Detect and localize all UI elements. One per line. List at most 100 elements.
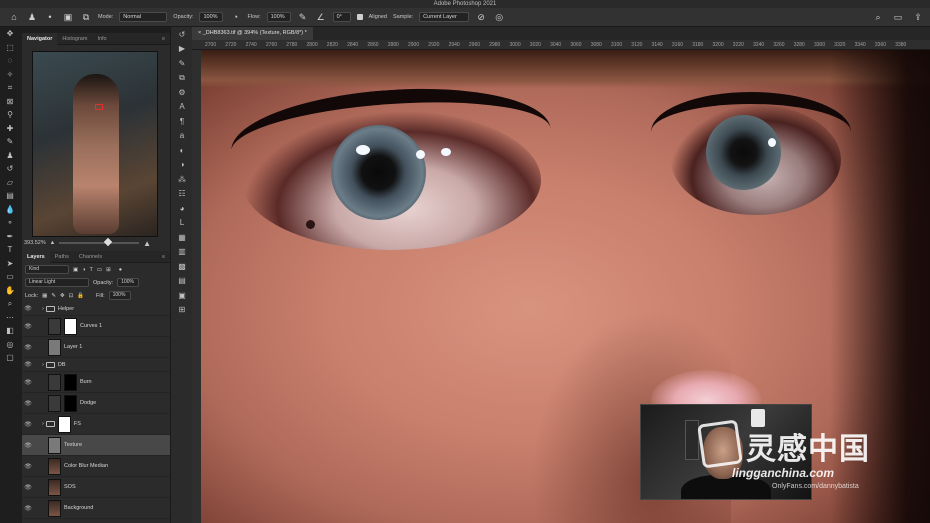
layer-thumbnail[interactable] — [48, 499, 61, 517]
navigator-view-box[interactable] — [95, 104, 103, 110]
filter-smart-icon[interactable]: ⊞ — [106, 267, 111, 273]
layer-row[interactable]: 👁 Background — [22, 498, 170, 519]
layer-thumbnail[interactable] — [48, 436, 61, 454]
visibility-eye-icon[interactable]: 👁 — [22, 344, 34, 351]
eyedropper-icon[interactable]: ⚲ — [0, 108, 20, 122]
zoom-value[interactable]: 393.52% — [24, 240, 46, 246]
ruler-horizontal[interactable]: 2700 2720 2740 2760 2780 2800 2820 2840 2860 2880… — [192, 40, 930, 50]
tab-info[interactable]: Info — [92, 33, 111, 45]
group-chevron-icon[interactable]: › — [42, 362, 44, 368]
visibility-eye-icon[interactable]: 👁 — [22, 400, 34, 407]
frame-tool-icon[interactable]: ⊠ — [0, 95, 20, 109]
clone-stamp-tool-icon[interactable]: ♟ — [0, 149, 20, 163]
type-tool-icon[interactable]: T — [0, 243, 20, 257]
visibility-eye-icon[interactable]: 👁 — [22, 323, 34, 330]
filter-toggle-icon[interactable]: ● — [119, 267, 122, 273]
lock-position-icon[interactable]: ✥ — [60, 293, 65, 299]
layer-row[interactable]: 👁 Color Blur Median — [22, 456, 170, 477]
layer-row[interactable]: 👁 › FS — [22, 414, 170, 435]
layer-row[interactable]: 👁 Texture — [22, 435, 170, 456]
quick-mask-icon[interactable]: ◎ — [0, 338, 20, 352]
swatches-panel-icon[interactable]: ▦ — [171, 230, 193, 245]
filter-shape-icon[interactable]: ▭ — [97, 267, 102, 273]
group-chevron-icon[interactable]: › — [42, 421, 44, 427]
pressure-size-icon[interactable]: ◎ — [493, 11, 505, 23]
search-icon[interactable]: ⌕ — [872, 11, 884, 23]
group-chevron-icon[interactable]: › — [42, 306, 44, 312]
zoom-slider[interactable] — [59, 237, 140, 247]
zoom-tool-icon[interactable]: ⌕ — [0, 297, 20, 311]
filter-pixel-icon[interactable]: ▣ — [73, 267, 78, 273]
history-panel-icon[interactable]: ↺ — [171, 27, 193, 42]
flow-field[interactable]: 100% — [266, 12, 291, 22]
quick-select-icon[interactable]: ✧ — [0, 68, 20, 82]
layer-mask-thumbnail[interactable] — [64, 394, 77, 412]
share-icon[interactable]: ⇪ — [912, 11, 924, 23]
visibility-eye-icon[interactable]: 👁 — [22, 505, 34, 512]
tab-channels[interactable]: Channels — [74, 251, 107, 263]
brushes-panel-icon[interactable]: ✎ — [171, 56, 193, 71]
clone-source-panel-icon[interactable]: ⧉ — [171, 71, 193, 86]
layer-mask-thumbnail[interactable] — [64, 317, 77, 335]
layers-menu-icon[interactable]: ≡ — [157, 251, 170, 263]
pen-tool-icon[interactable]: ✒ — [0, 230, 20, 244]
fill-field[interactable]: 100% — [108, 291, 131, 300]
lock-paint-icon[interactable]: ✎ — [51, 293, 56, 299]
glyphs-panel-icon[interactable]: a — [171, 129, 193, 144]
actions-panel-icon[interactable]: ▶ — [171, 42, 193, 57]
airbrush-icon[interactable]: ✎ — [297, 11, 309, 23]
eraser-tool-icon[interactable]: ▱ — [0, 176, 20, 190]
blend-mode-select[interactable]: Linear Light — [25, 278, 89, 287]
paragraph-panel-icon[interactable]: ¶ — [171, 114, 193, 129]
notes-panel-icon[interactable]: ▣ — [171, 288, 193, 303]
learn-panel-icon[interactable]: L — [171, 216, 193, 231]
zoom-out-icon[interactable]: ▲ — [50, 240, 55, 246]
hand-tool-icon[interactable]: ✋ — [0, 284, 20, 298]
visibility-eye-icon[interactable]: 👁 — [22, 484, 34, 491]
layer-thumbnail[interactable] — [48, 457, 61, 475]
document-tab[interactable]: × _DHB8363.tif @ 394% (Texture, RGB/8*) … — [192, 27, 313, 40]
timeline-panel-icon[interactable]: ⊞ — [171, 303, 193, 318]
lock-artboard-icon[interactable]: ⊡ — [69, 293, 74, 299]
brush-tool-icon[interactable]: ✎ — [0, 135, 20, 149]
pressure-opacity-icon[interactable]: ◔ — [229, 11, 241, 23]
gradients-panel-icon[interactable]: ▥ — [171, 245, 193, 260]
dodge-tool-icon[interactable]: ⚬ — [0, 216, 20, 230]
path-select-icon[interactable]: ➤ — [0, 257, 20, 271]
patterns-panel-icon[interactable]: ▩ — [171, 259, 193, 274]
crop-tool-icon[interactable]: ⌗ — [0, 81, 20, 95]
healing-brush-icon[interactable]: ✚ — [0, 122, 20, 136]
more-tools-icon[interactable]: ⋯ — [0, 311, 20, 325]
brush-panel-icon[interactable]: ▣ — [62, 11, 74, 23]
channels-panel-icon[interactable]: ◐ — [171, 143, 193, 158]
filter-type-icon[interactable]: T — [90, 267, 93, 273]
clone-stamp-icon[interactable]: ♟ — [26, 11, 38, 23]
mode-select[interactable]: Normal — [119, 12, 168, 22]
visibility-eye-icon[interactable]: 👁 — [22, 305, 34, 312]
layer-row[interactable]: 👁 Burn — [22, 372, 170, 393]
lock-all-icon[interactable]: 🔒 — [77, 293, 84, 299]
ignore-adjustment-icon[interactable]: ⊘ — [475, 11, 487, 23]
aligned-checkbox[interactable] — [356, 14, 363, 20]
ruler-vertical[interactable] — [192, 50, 201, 523]
layer-comps-panel-icon[interactable]: ▤ — [171, 274, 193, 289]
layer-row[interactable]: 👁 Layer 1 — [22, 337, 170, 358]
lasso-tool-icon[interactable]: ◌ — [0, 54, 20, 68]
shape-tool-icon[interactable]: ▭ — [0, 270, 20, 284]
layer-thumbnail[interactable] — [48, 478, 61, 496]
layer-mask-thumbnail[interactable] — [64, 373, 77, 391]
character-panel-icon[interactable]: A — [171, 100, 193, 115]
brush-size-icon[interactable]: • — [44, 11, 56, 23]
layer-row[interactable]: 👁 Curves 1 — [22, 316, 170, 337]
panel-menu-icon[interactable]: ≡ — [157, 33, 170, 45]
styles-panel-icon[interactable]: ⁂ — [171, 172, 193, 187]
gradient-tool-icon[interactable]: ▤ — [0, 189, 20, 203]
tab-paths[interactable]: Paths — [50, 251, 74, 263]
zoom-in-icon[interactable]: ▲ — [143, 239, 151, 248]
zoom-slider-knob[interactable] — [103, 237, 113, 247]
filter-adjust-icon[interactable]: ◑ — [82, 267, 85, 273]
screen-mode-icon[interactable]: ▢ — [0, 351, 20, 365]
layer-mask-thumbnail[interactable] — [57, 415, 71, 433]
color-panel-icon[interactable]: ◕ — [171, 201, 193, 216]
tab-histogram[interactable]: Histogram — [57, 33, 92, 45]
